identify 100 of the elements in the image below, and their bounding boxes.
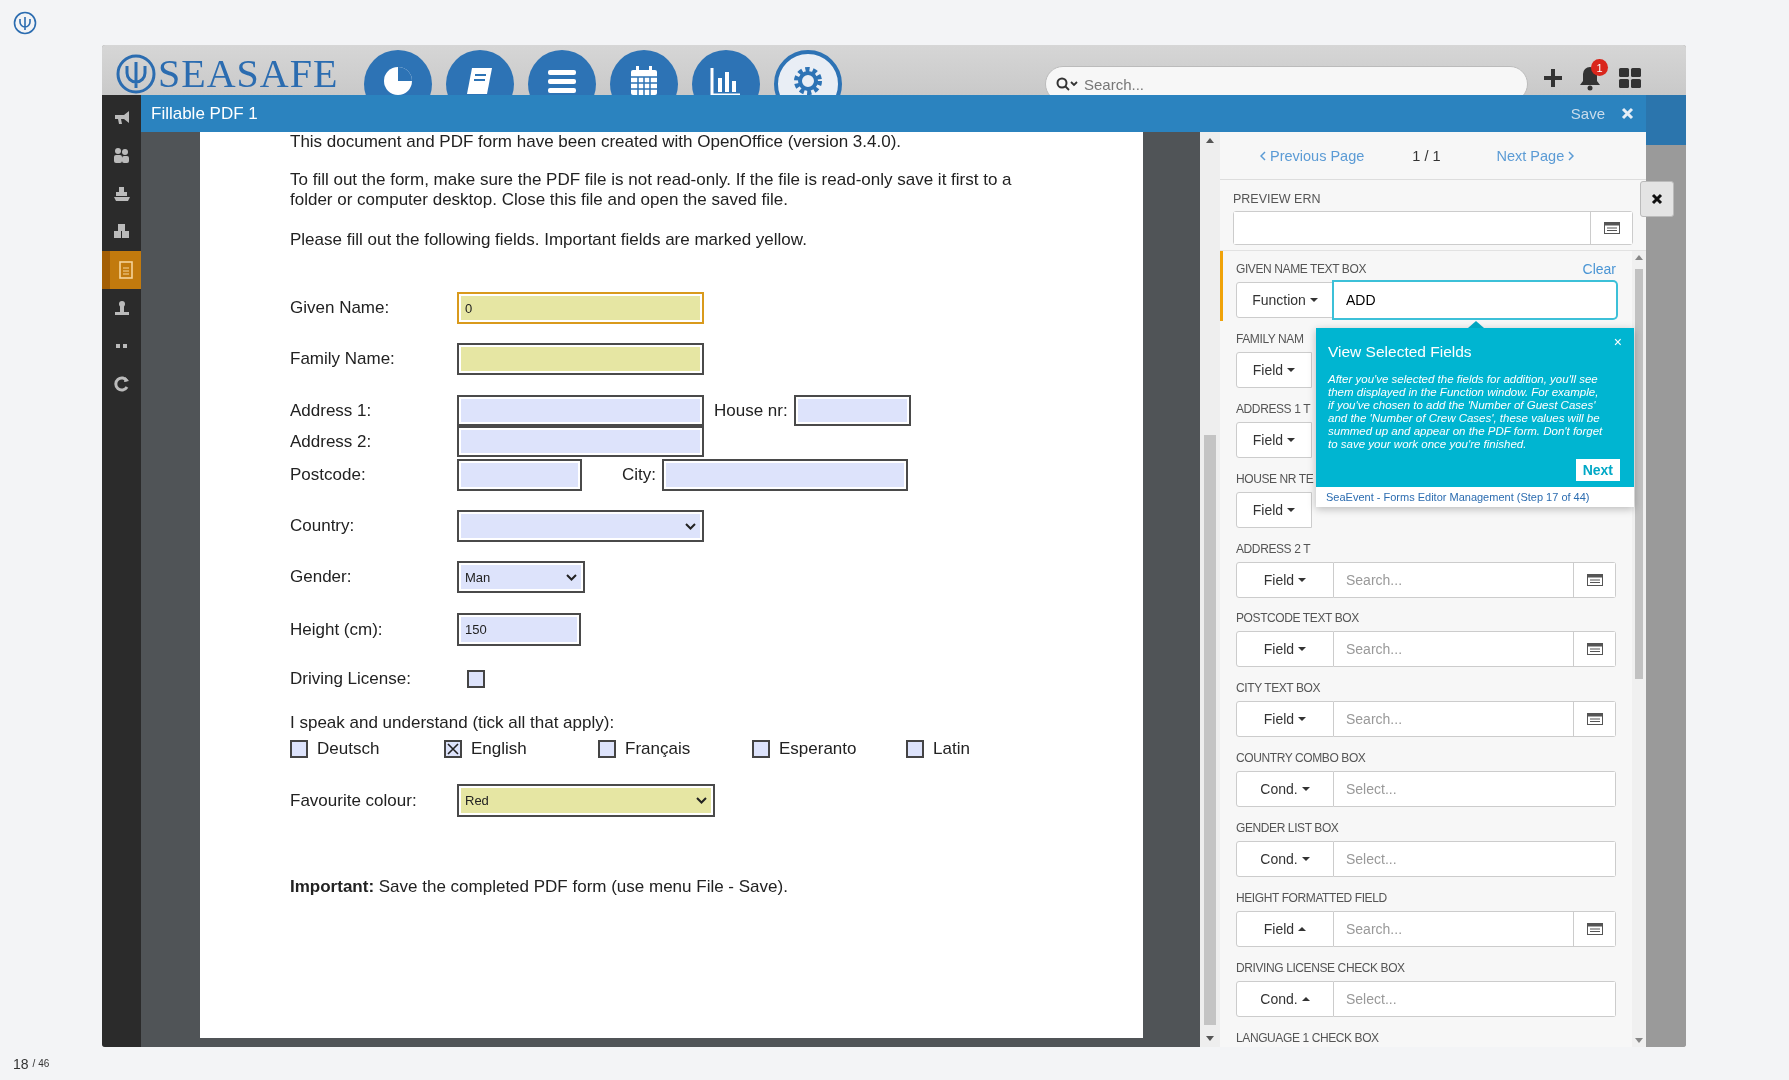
checkbox-label: English [471, 739, 527, 759]
list-icon [1586, 923, 1603, 935]
picker-button[interactable] [1590, 212, 1632, 244]
input-field[interactable]: ADD [1334, 282, 1616, 318]
scroll-down-icon[interactable] [1635, 1038, 1643, 1043]
mode-dropdown[interactable]: Field [1236, 421, 1312, 458]
field-label: HEIGHT FORMATTED FIELD [1236, 891, 1387, 905]
chevron-left-icon [1260, 150, 1266, 161]
field-label: GIVEN NAME TEXT BOX [1236, 262, 1366, 276]
logo-icon [13, 10, 37, 35]
mode-dropdown[interactable]: Field [1236, 351, 1312, 388]
mode-dropdown[interactable]: Field [1236, 561, 1334, 598]
field-label: COUNTRY COMBO BOX [1236, 751, 1366, 766]
field-label: PREVIEW ERN [1233, 192, 1322, 206]
input-field[interactable] [457, 459, 582, 491]
picker-button[interactable] [1573, 702, 1615, 737]
list-icon [1603, 222, 1620, 234]
field-label: Address 2: [290, 431, 373, 452]
checkbox-label: Français [625, 739, 691, 759]
checkbox[interactable] [906, 740, 924, 758]
notification-badge: 1 [1591, 59, 1608, 76]
scroll-up-icon[interactable] [1635, 255, 1643, 260]
field-label: City: [622, 465, 656, 485]
input-group[interactable] [1233, 211, 1633, 245]
field-label: ADDRESS 2 T [1236, 541, 1311, 556]
dropdown[interactable]: Man [457, 561, 585, 593]
input-field[interactable] [793, 395, 911, 426]
input-field[interactable] [457, 426, 704, 457]
input-group[interactable]: Search... [1334, 561, 1616, 598]
field-label: DRIVING LICENSE CHECK BOX [1236, 960, 1405, 975]
field-label: GENDER LIST BOX [1236, 821, 1339, 836]
field-label: FAMILY NAM [1236, 331, 1304, 346]
dialog-title: Fillable PDF 1 [151, 103, 259, 124]
checkbox[interactable] [598, 740, 616, 758]
scrollbar-thumb[interactable] [1635, 269, 1643, 679]
dropdown[interactable] [457, 510, 704, 542]
input-field[interactable] [457, 343, 704, 375]
search-field[interactable]: Search... [1084, 75, 1484, 93]
checkbox-label: Latin [933, 739, 970, 759]
checkbox[interactable] [290, 740, 308, 758]
field-label: ADDRESS 1 T [1236, 401, 1311, 416]
header-bar [1646, 95, 1686, 145]
scrollbar-thumb[interactable] [1204, 435, 1216, 1025]
input-group[interactable]: Search... [1334, 911, 1616, 947]
picker-button[interactable] [1573, 632, 1615, 667]
scroll-down-icon[interactable] [1206, 1036, 1214, 1041]
picker-button[interactable] [1573, 912, 1615, 946]
paragraph: To fill out the form, make sure the PDF file is not read-only. If the file is read-only save it first to a folder or computer desktop. Close this file and open the saved file. [290, 170, 1013, 210]
search-bar[interactable]: Search... [1045, 66, 1528, 95]
checkbox[interactable] [752, 740, 770, 758]
people-icon [111, 146, 132, 166]
mode-dropdown[interactable]: Cond. [1236, 980, 1334, 1017]
field-label: Family Name: [290, 349, 396, 369]
field-label: HOUSE NR TE [1236, 471, 1314, 486]
chevron-icon [696, 797, 707, 804]
mode-dropdown[interactable]: Cond. [1236, 841, 1334, 878]
chevron-icon [566, 573, 577, 581]
question-text: I speak and understand (tick all that apply): [290, 713, 615, 733]
plus-icon[interactable] [1542, 67, 1564, 89]
field-label: CITY TEXT BOX [1236, 681, 1321, 696]
mode-dropdown[interactable]: Field [1236, 491, 1312, 528]
mode-dropdown[interactable]: Cond. [1236, 771, 1334, 808]
search-icon[interactable] [1056, 77, 1078, 91]
paragraph: This document and PDF form have been created with OpenOffice (version 3.4.0). [290, 132, 903, 152]
close-icon [1651, 193, 1663, 205]
mode-dropdown[interactable]: Field [1236, 911, 1334, 947]
mode-dropdown[interactable]: Field [1236, 701, 1334, 738]
note-text: Important: Save the completed PDF form (use menu File - Save). [290, 877, 788, 897]
input-field[interactable] [662, 459, 908, 491]
popover-arrow [1468, 321, 1484, 328]
popover-title: View Selected Fields [1328, 342, 1473, 361]
mode-dropdown[interactable]: Field [1236, 631, 1334, 668]
dropdown[interactable]: Red [457, 784, 715, 817]
page-total: / 46 [32, 1058, 50, 1069]
field-label: Postcode: [290, 465, 367, 485]
grid-icon[interactable] [1618, 67, 1642, 89]
paragraph: Please fill out the following fields. Important fields are marked yellow. [290, 230, 808, 250]
close-button[interactable] [1640, 181, 1674, 217]
input-field[interactable]: 150 [457, 613, 581, 646]
close-icon[interactable] [1621, 107, 1634, 120]
trident-logo-icon [116, 54, 156, 94]
input-field[interactable]: 0 [457, 292, 704, 324]
field-label: Country: [290, 516, 356, 536]
input-field[interactable] [457, 395, 704, 426]
field-label: Given Name: [290, 298, 391, 318]
checkbox[interactable] [444, 740, 462, 758]
field-label: LANGUAGE 1 CHECK BOX [1236, 1030, 1379, 1045]
mode-dropdown[interactable]: Function [1236, 282, 1334, 318]
scroll-up-icon[interactable] [1206, 138, 1214, 143]
input-group[interactable]: Search... [1334, 631, 1616, 668]
input-group[interactable]: Search... [1334, 701, 1616, 738]
list-icon [1586, 643, 1603, 656]
field-label: Favourite colour: [290, 790, 418, 811]
field-label: House nr: [714, 400, 788, 421]
page-number: 18 [13, 1055, 29, 1072]
checkbox[interactable] [467, 670, 485, 688]
picker-button[interactable] [1573, 562, 1615, 597]
checkbox-label: Esperanto [779, 739, 857, 759]
checkbox-label: Deutsch [317, 739, 380, 759]
field-label: Driving License: [290, 669, 412, 689]
